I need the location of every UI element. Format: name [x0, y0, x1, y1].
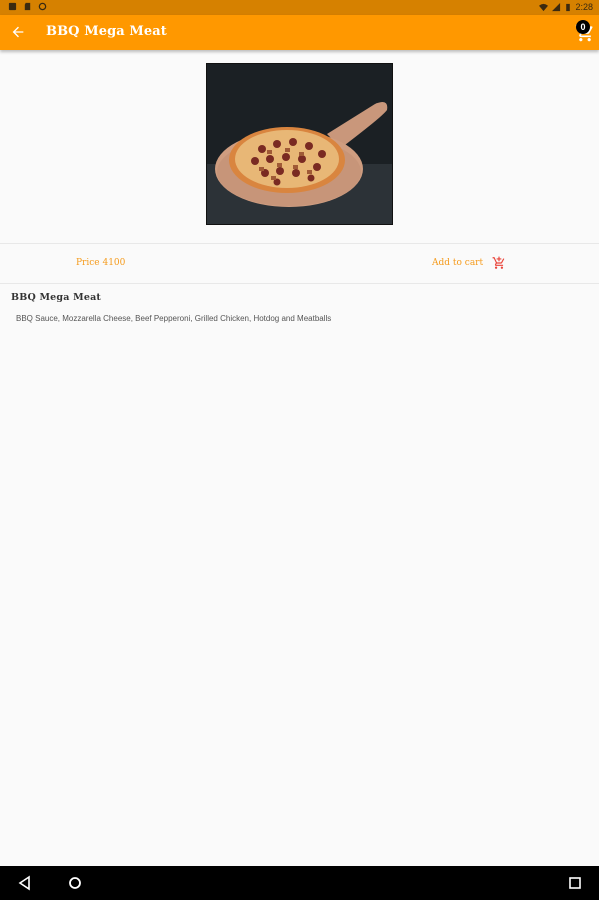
signal-icon [552, 2, 561, 11]
add-to-cart-button[interactable]: Add to cart [432, 256, 506, 270]
wifi-icon [539, 3, 549, 11]
price-label: Price 4100 [76, 258, 126, 268]
product-action-bar: Price 4100 Add to cart [0, 243, 599, 284]
sd-card-icon [24, 2, 31, 11]
cart-count-badge: 0 [576, 20, 590, 34]
status-right-icons: 2:28 [539, 2, 593, 12]
recents-square-icon[interactable] [567, 875, 583, 891]
product-name: BBQ Mega Meat [11, 292, 102, 303]
product-image [206, 63, 393, 225]
notification-icon [8, 2, 17, 11]
home-circle-icon[interactable] [67, 875, 83, 891]
back-triangle-icon[interactable] [17, 875, 33, 891]
status-time: 2:28 [575, 2, 593, 12]
app-bar: BBQ Mega Meat 0 [0, 15, 599, 50]
add-shopping-cart-icon [492, 256, 505, 269]
battery-icon [566, 3, 571, 11]
sync-icon [38, 2, 47, 11]
status-bar: 2:28 [0, 0, 599, 15]
pizza-image [207, 64, 392, 224]
system-nav-bar [0, 866, 599, 900]
add-to-cart-label: Add to cart [432, 258, 484, 268]
arrow-back-icon[interactable] [10, 24, 26, 40]
status-left-icons [8, 2, 47, 11]
page-title: BBQ Mega Meat [46, 24, 167, 39]
product-description: BBQ Sauce, Mozzarella Cheese, Beef Peppe… [16, 314, 332, 323]
